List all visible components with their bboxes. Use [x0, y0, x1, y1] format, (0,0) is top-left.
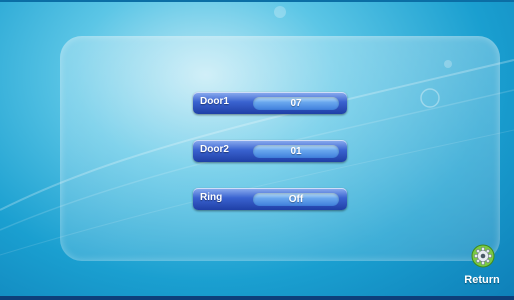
door1-value: 07	[290, 98, 302, 109]
ring-setting-button[interactable]: Ring Off	[193, 188, 347, 210]
gear-icon	[471, 244, 495, 268]
ring-value-field[interactable]: Off	[253, 193, 339, 206]
door1-label: Door1	[200, 96, 229, 107]
return-label: Return	[464, 274, 500, 286]
door2-value: 01	[290, 146, 302, 157]
return-button[interactable]: Return	[462, 244, 502, 290]
ring-value: Off	[288, 194, 304, 205]
door1-setting-button[interactable]: Door1 07	[193, 92, 347, 114]
door2-value-field[interactable]: 01	[253, 145, 339, 158]
door1-value-field[interactable]: 07	[253, 97, 339, 110]
door2-label: Door2	[200, 144, 229, 155]
door2-setting-button[interactable]: Door2 01	[193, 140, 347, 162]
ring-label: Ring	[200, 192, 223, 203]
